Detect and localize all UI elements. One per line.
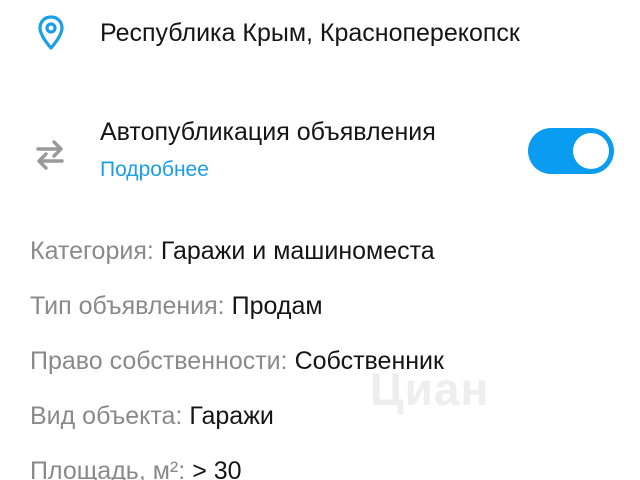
property-label: Тип объявления: (30, 292, 225, 320)
property-value: Гаражи и машиноместа (160, 237, 435, 265)
location-row: Республика Крым, Красноперекопск (36, 10, 620, 56)
more-info-link[interactable]: Подробнее (100, 158, 209, 182)
swap-arrows-icon (30, 134, 70, 174)
toggle-knob (573, 133, 609, 169)
property-label: Вид объекта: (30, 402, 183, 430)
location-text: Республика Крым, Красноперекопск (100, 18, 520, 47)
property-row-category: Категория: Гаражи и машиноместа (30, 224, 620, 279)
autopublish-row: Автопубликация объявления Подробнее (30, 114, 614, 190)
property-value: > 30 (192, 457, 242, 480)
watermark-logo: Циан (370, 362, 489, 416)
property-row-object-type: Вид объекта: Гаражи (30, 389, 620, 444)
property-row-area: Площадь, м²: > 30 (30, 444, 620, 480)
property-label: Категория: (30, 237, 154, 265)
property-value: Гаражи (189, 402, 274, 430)
location-pin-icon (36, 13, 66, 53)
property-row-listing-type: Тип объявления: Продам (30, 279, 620, 334)
property-value: Продам (231, 292, 323, 320)
property-label: Площадь, м²: (30, 457, 186, 480)
autopublish-toggle[interactable] (528, 128, 614, 174)
listing-details: Республика Крым, Красноперекопск Автопуб… (0, 0, 640, 480)
property-list: Категория: Гаражи и машиноместа Тип объя… (30, 224, 620, 480)
property-row-ownership: Право собственности: Собственник (30, 334, 620, 389)
autopublish-title: Автопубликация объявления (100, 118, 436, 146)
watermark-text: Циан (370, 363, 490, 415)
property-label: Право собственности: (30, 347, 288, 375)
